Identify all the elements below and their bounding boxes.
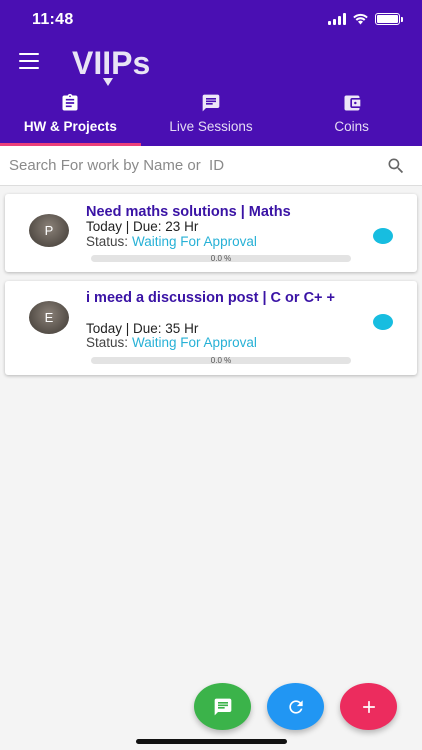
tab-coins[interactable]: Coins xyxy=(281,86,422,146)
search-icon[interactable] xyxy=(386,156,406,176)
status-value: Waiting For Approval xyxy=(132,234,257,249)
task-due: Today | Due: 35 Hr xyxy=(86,321,199,336)
refresh-button[interactable] xyxy=(267,683,324,730)
status-dot xyxy=(373,228,393,244)
task-title: i meed a discussion post | C or C+ + xyxy=(86,290,336,306)
avatar: P xyxy=(29,214,69,247)
refresh-icon xyxy=(288,699,303,714)
battery-icon xyxy=(375,13,403,25)
avatar: E xyxy=(29,301,69,334)
add-button[interactable] xyxy=(340,683,397,730)
tab-label: Coins xyxy=(334,119,369,134)
status-label: Status: xyxy=(86,234,129,249)
viips-logo: VIIPs xyxy=(72,45,150,86)
plus-icon xyxy=(362,700,375,713)
message-button[interactable] xyxy=(194,683,251,730)
task-card[interactable]: P Need maths solutions | Maths Today | D… xyxy=(5,194,417,272)
signal-icon xyxy=(328,13,346,25)
logo-text: VIIPs xyxy=(72,45,150,81)
tab-label: Live Sessions xyxy=(169,119,253,134)
task-status: Status: Waiting For Approval xyxy=(86,234,257,249)
task-status: Status: Waiting For Approval xyxy=(86,335,257,350)
status-icons xyxy=(328,13,403,25)
wifi-icon xyxy=(353,13,368,25)
status-dot xyxy=(373,314,393,330)
top-bar: VIIPs xyxy=(0,40,422,86)
search-input[interactable] xyxy=(0,146,370,184)
status-value: Waiting For Approval xyxy=(132,335,257,350)
chat-icon xyxy=(202,94,220,112)
task-due: Today | Due: 23 Hr xyxy=(86,219,199,234)
hamburger-menu-icon[interactable] xyxy=(19,53,39,69)
status-label: Status: xyxy=(86,335,129,350)
message-icon xyxy=(214,698,231,715)
home-indicator xyxy=(136,739,287,744)
tab-bar: HW & Projects Live Sessions Coins xyxy=(0,86,422,146)
wallet-icon xyxy=(344,95,361,111)
task-card[interactable]: E i meed a discussion post | C or C+ + T… xyxy=(5,281,417,375)
search-bar xyxy=(0,146,422,186)
tab-hw-projects[interactable]: HW & Projects xyxy=(0,86,141,146)
clipboard-icon xyxy=(62,93,78,111)
status-bar: 11:48 xyxy=(0,0,422,40)
tab-live-sessions[interactable]: Live Sessions xyxy=(141,86,282,146)
app-header: 11:48 VIIPs HW & Projects Live Sessions … xyxy=(0,0,422,146)
progress-text: 0.0 % xyxy=(210,356,232,365)
tab-label: HW & Projects xyxy=(23,119,117,134)
status-time: 11:48 xyxy=(32,11,74,28)
progress-text: 0.0 % xyxy=(210,254,232,263)
